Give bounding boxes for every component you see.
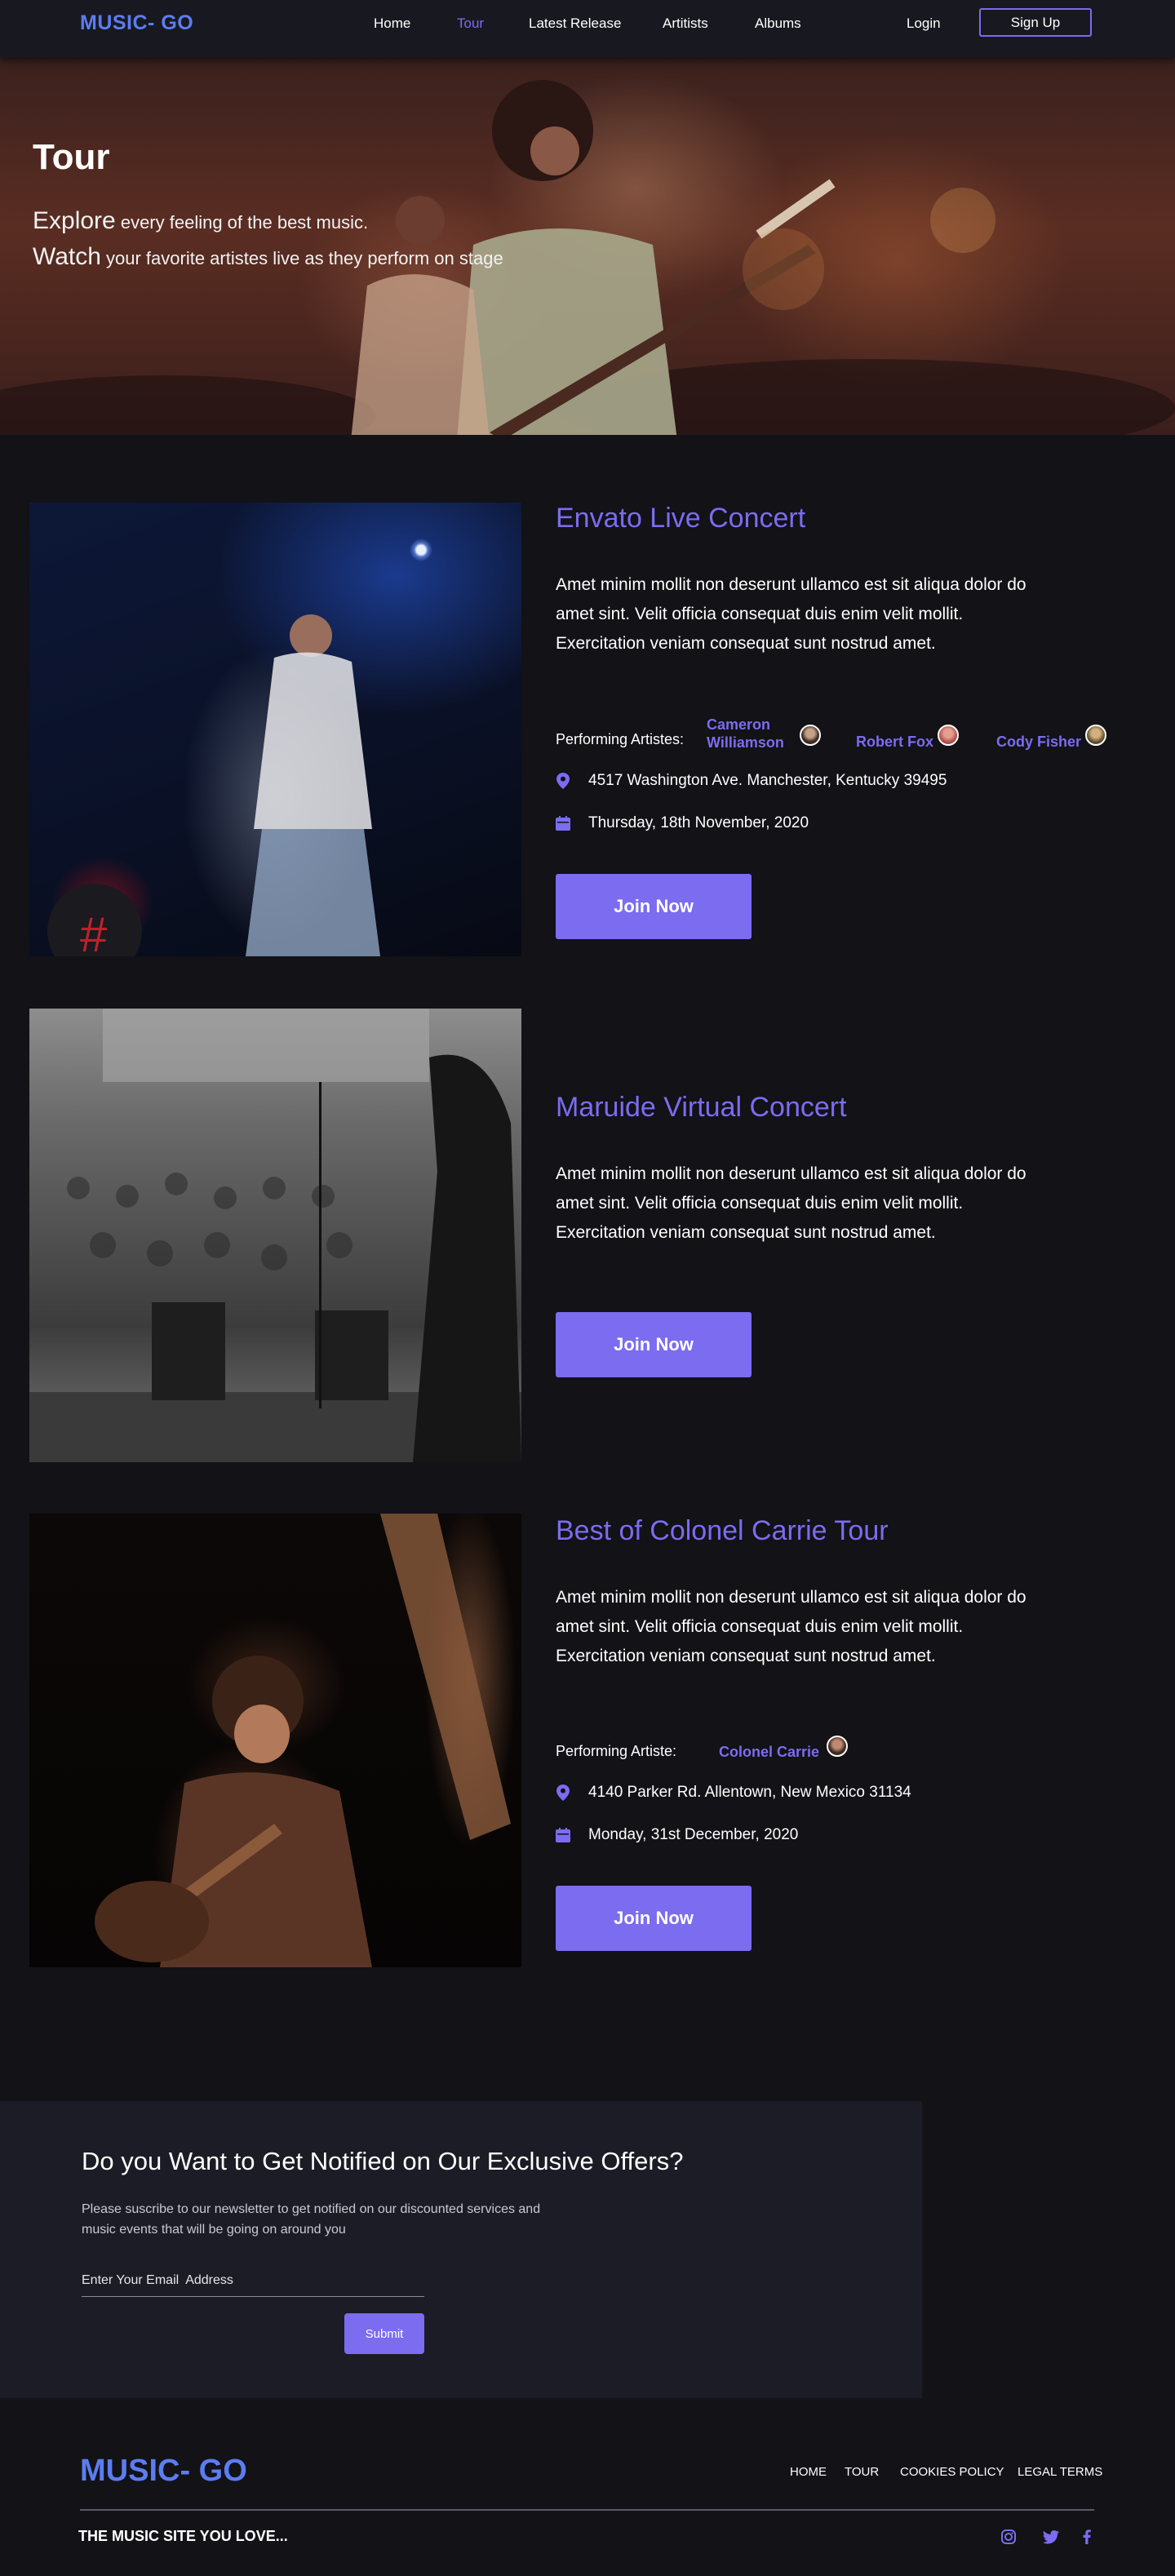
concert-location: 4140 Parker Rd. Allentown, New Mexico 31…	[556, 1783, 911, 1802]
footer-tagline: THE MUSIC SITE YOU LOVE...	[78, 2528, 288, 2544]
nav-link-albums[interactable]: Albums	[755, 16, 801, 32]
facebook-icon[interactable]	[1077, 2527, 1097, 2547]
concert-title: Envato Live Concert	[556, 503, 806, 534]
avatar	[938, 725, 959, 746]
top-navigation: MUSIC- GO Home Tour Latest Release Artit…	[0, 0, 1175, 57]
signup-button[interactable]: Sign Up	[979, 8, 1092, 37]
newsletter-section: Do you Want to Get Notified on Our Exclu…	[0, 2101, 922, 2398]
artist-cody-fisher[interactable]: Cody Fisher	[996, 733, 1081, 751]
concert-location: 4517 Washington Ave. Manchester, Kentuck…	[556, 771, 947, 791]
concert-title: Maruide Virtual Concert	[556, 1092, 847, 1123]
hero-subtitle-1: Explore every feeling of the best music.	[33, 207, 369, 234]
submit-button[interactable]: Submit	[344, 2313, 424, 2354]
hero-banner: Tour Explore every feeling of the best m…	[0, 57, 1175, 435]
join-now-button[interactable]: Join Now	[556, 1886, 752, 1951]
email-input[interactable]	[82, 2264, 424, 2297]
login-link[interactable]: Login	[907, 16, 941, 32]
join-now-button[interactable]: Join Now	[556, 874, 752, 939]
avatar	[1085, 725, 1106, 746]
footer-link-cookies-policy[interactable]: COOKIES POLICY	[900, 2465, 1004, 2479]
location-pin-icon	[556, 1785, 570, 1801]
hero-subtitle-2: Watch your favorite artistes live as the…	[33, 243, 503, 270]
concert-date: Thursday, 18th November, 2020	[556, 814, 809, 833]
newsletter-description: Please suscribe to our newsletter to get…	[82, 2202, 541, 2237]
nav-link-latest-release[interactable]: Latest Release	[529, 16, 621, 32]
location-pin-icon	[556, 773, 570, 789]
page-title: Tour	[33, 137, 110, 177]
avatar	[800, 725, 821, 746]
artist-cameron-williamson[interactable]: Cameron Williamson	[707, 716, 784, 752]
concert-description: Amet minim mollit non deserunt ullamco e…	[556, 575, 1026, 653]
performing-artistes-label: Performing Artistes:	[556, 731, 685, 747]
footer-link-home[interactable]: HOME	[790, 2465, 827, 2479]
nav-link-tour[interactable]: Tour	[457, 16, 484, 32]
concert-description: Amet minim mollit non deserunt ullamco e…	[556, 1164, 1026, 1242]
concert-image-maruide	[29, 1009, 521, 1462]
concert-title: Best of Colonel Carrie Tour	[556, 1515, 889, 1546]
newsletter-title: Do you Want to Get Notified on Our Exclu…	[82, 2147, 684, 2175]
footer-logo[interactable]: MUSIC- GO	[80, 2454, 247, 2489]
nav-link-artists[interactable]: Artitists	[663, 16, 708, 32]
footer-divider	[80, 2509, 1094, 2511]
concert-description: Amet minim mollit non deserunt ullamco e…	[556, 1588, 1026, 1665]
calendar-icon	[556, 815, 570, 831]
concert-image-colonel-carrie	[29, 1514, 521, 1967]
calendar-icon	[556, 1827, 570, 1843]
concert-image-envato: #	[29, 503, 521, 956]
site-logo[interactable]: MUSIC- GO	[80, 11, 193, 35]
footer-link-legal-terms[interactable]: LEGAL TERMS	[1018, 2465, 1102, 2479]
concert-date: Monday, 31st December, 2020	[556, 1825, 798, 1845]
nav-link-home[interactable]: Home	[374, 16, 410, 32]
performing-artiste-label: Performing Artiste:	[556, 1743, 677, 1759]
instagram-icon[interactable]	[999, 2527, 1018, 2547]
join-now-button[interactable]: Join Now	[556, 1312, 752, 1377]
artist-colonel-carrie[interactable]: Colonel Carrie	[719, 1743, 819, 1761]
svg-text:#: #	[80, 907, 108, 956]
avatar	[827, 1736, 848, 1757]
twitter-icon[interactable]	[1041, 2527, 1061, 2547]
footer-link-tour[interactable]: TOUR	[845, 2465, 879, 2479]
artist-robert-fox[interactable]: Robert Fox	[856, 733, 933, 751]
